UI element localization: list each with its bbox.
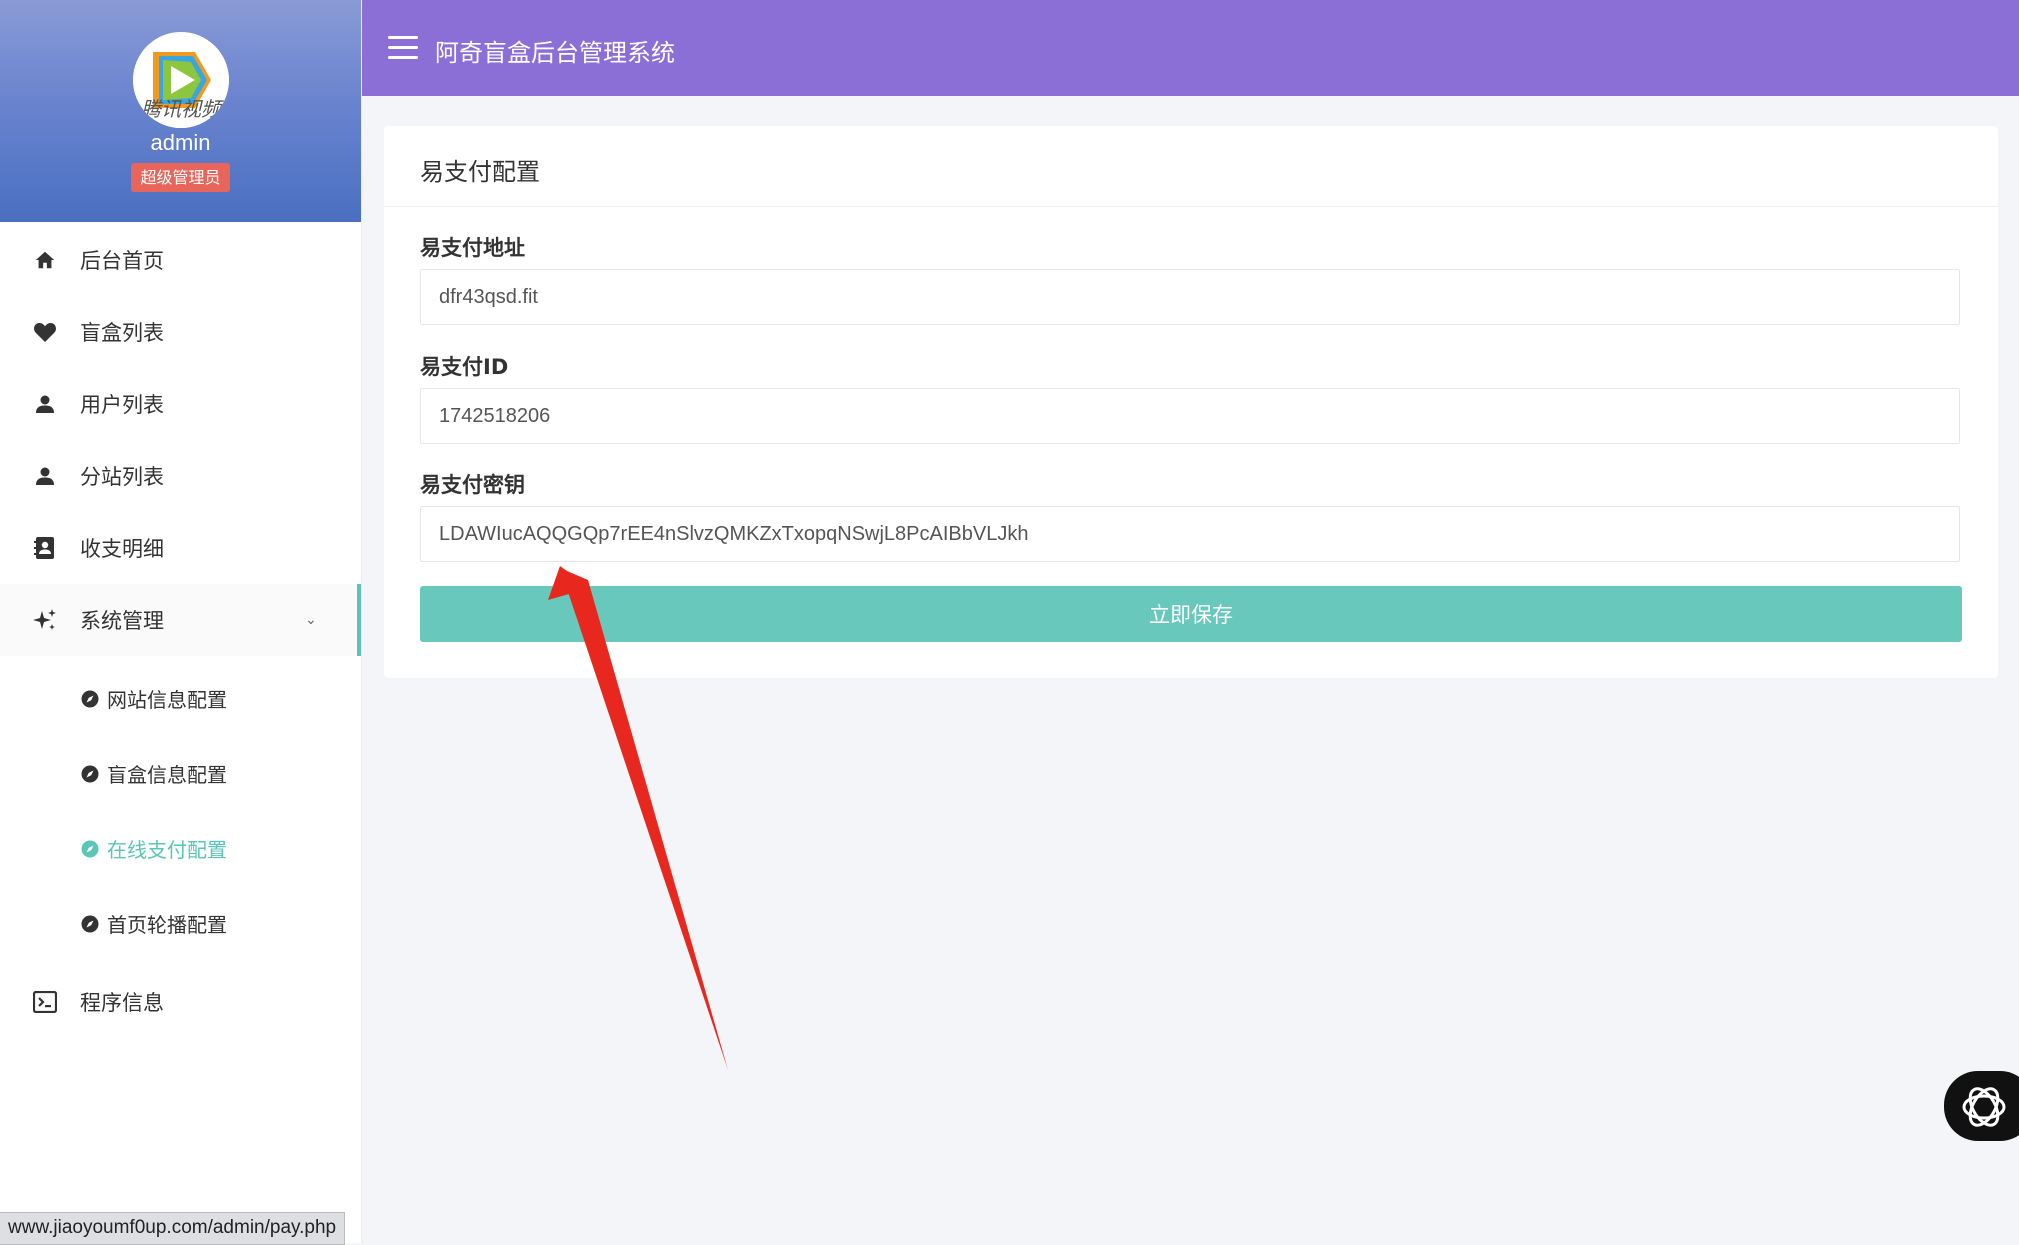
active-indicator: [357, 584, 361, 656]
sidebar-item-label: 后台首页: [80, 249, 164, 273]
app-title: 阿奇盲盒后台管理系统: [435, 39, 675, 67]
sidebar-item-substation-list[interactable]: 分站列表: [0, 440, 361, 512]
sidebar-subitem-carousel-config[interactable]: 首页轮播配置: [0, 895, 361, 951]
floating-assistant-button[interactable]: [1944, 1071, 2019, 1141]
payment-id-label: 易支付ID: [420, 355, 509, 379]
compass-icon: [81, 914, 99, 933]
sidebar-item-label: 收支明细: [80, 537, 164, 561]
sidebar-subitem-label: 在线支付配置: [107, 837, 227, 862]
payment-id-input[interactable]: 1742518206: [420, 388, 1960, 444]
compass-icon: [81, 839, 99, 858]
avatar[interactable]: 腾讯视频: [133, 32, 229, 128]
payment-url-input[interactable]: dfr43qsd.fit: [420, 269, 1960, 325]
profile-panel: 腾讯视频 admin 超级管理员: [0, 0, 361, 222]
link-status-bar: www.jiaoyoumf0up.com/admin/pay.php: [0, 1212, 346, 1245]
heart-icon: [32, 319, 58, 345]
user-icon: [32, 463, 58, 489]
sidebar-subitem-label: 首页轮播配置: [107, 912, 227, 937]
username: admin: [150, 130, 211, 155]
sidebar-item-label: 程序信息: [80, 991, 164, 1015]
payment-key-label: 易支付密钥: [420, 473, 525, 497]
sidebar-subitem-label: 网站信息配置: [107, 687, 227, 712]
sidebar-item-blindbox-list[interactable]: 盲盒列表: [0, 296, 361, 368]
sparkle-icon: [32, 607, 58, 633]
payment-key-input[interactable]: LDAWIucAQQGQp7rEE4nSlvzQMKZxTxopqNSwjL8P…: [420, 506, 1960, 562]
sidebar-subitem-site-config[interactable]: 网站信息配置: [0, 670, 361, 726]
contact-book-icon: [32, 535, 58, 561]
compass-icon: [81, 689, 99, 708]
sidebar-item-program-info[interactable]: 程序信息: [0, 966, 361, 1038]
sidebar-subitem-blindbox-config[interactable]: 盲盒信息配置: [0, 745, 361, 801]
card-title: 易支付配置: [420, 158, 540, 186]
user-icon: [32, 391, 58, 417]
sidebar-item-transactions[interactable]: 收支明细: [0, 512, 361, 584]
sidebar: 腾讯视频 admin 超级管理员 后台首页 盲盒列表 用户列表 分站列表 收支明…: [0, 0, 362, 1243]
compass-icon: [81, 764, 99, 783]
sidebar-item-label: 用户列表: [80, 393, 164, 417]
sidebar-subitem-label: 盲盒信息配置: [107, 762, 227, 787]
sidebar-item-label: 分站列表: [80, 465, 164, 489]
home-icon: [32, 247, 58, 273]
sidebar-item-system-management[interactable]: 系统管理 ⌄: [0, 584, 361, 656]
payment-config-card: 易支付配置 易支付地址 dfr43qsd.fit 易支付ID 174251820…: [384, 126, 1998, 678]
role-badge: 超级管理员: [131, 163, 230, 192]
sidebar-item-label: 盲盒列表: [80, 321, 164, 345]
terminal-icon: [32, 989, 58, 1015]
payment-url-label: 易支付地址: [420, 236, 525, 260]
top-header: 阿奇盲盒后台管理系统: [362, 0, 2019, 96]
sidebar-item-user-list[interactable]: 用户列表: [0, 368, 361, 440]
menu-toggle-icon[interactable]: [388, 36, 418, 60]
sidebar-subitem-payment-config[interactable]: 在线支付配置: [0, 820, 361, 876]
save-button[interactable]: 立即保存: [420, 586, 1962, 642]
divider: [384, 206, 1998, 207]
avatar-caption: 腾讯视频: [141, 97, 221, 121]
sidebar-item-home[interactable]: 后台首页: [0, 224, 361, 296]
sidebar-item-label: 系统管理: [80, 609, 164, 633]
chevron-down-icon: ⌄: [305, 612, 317, 628]
ai-assistant-icon: [1962, 1087, 2006, 1127]
